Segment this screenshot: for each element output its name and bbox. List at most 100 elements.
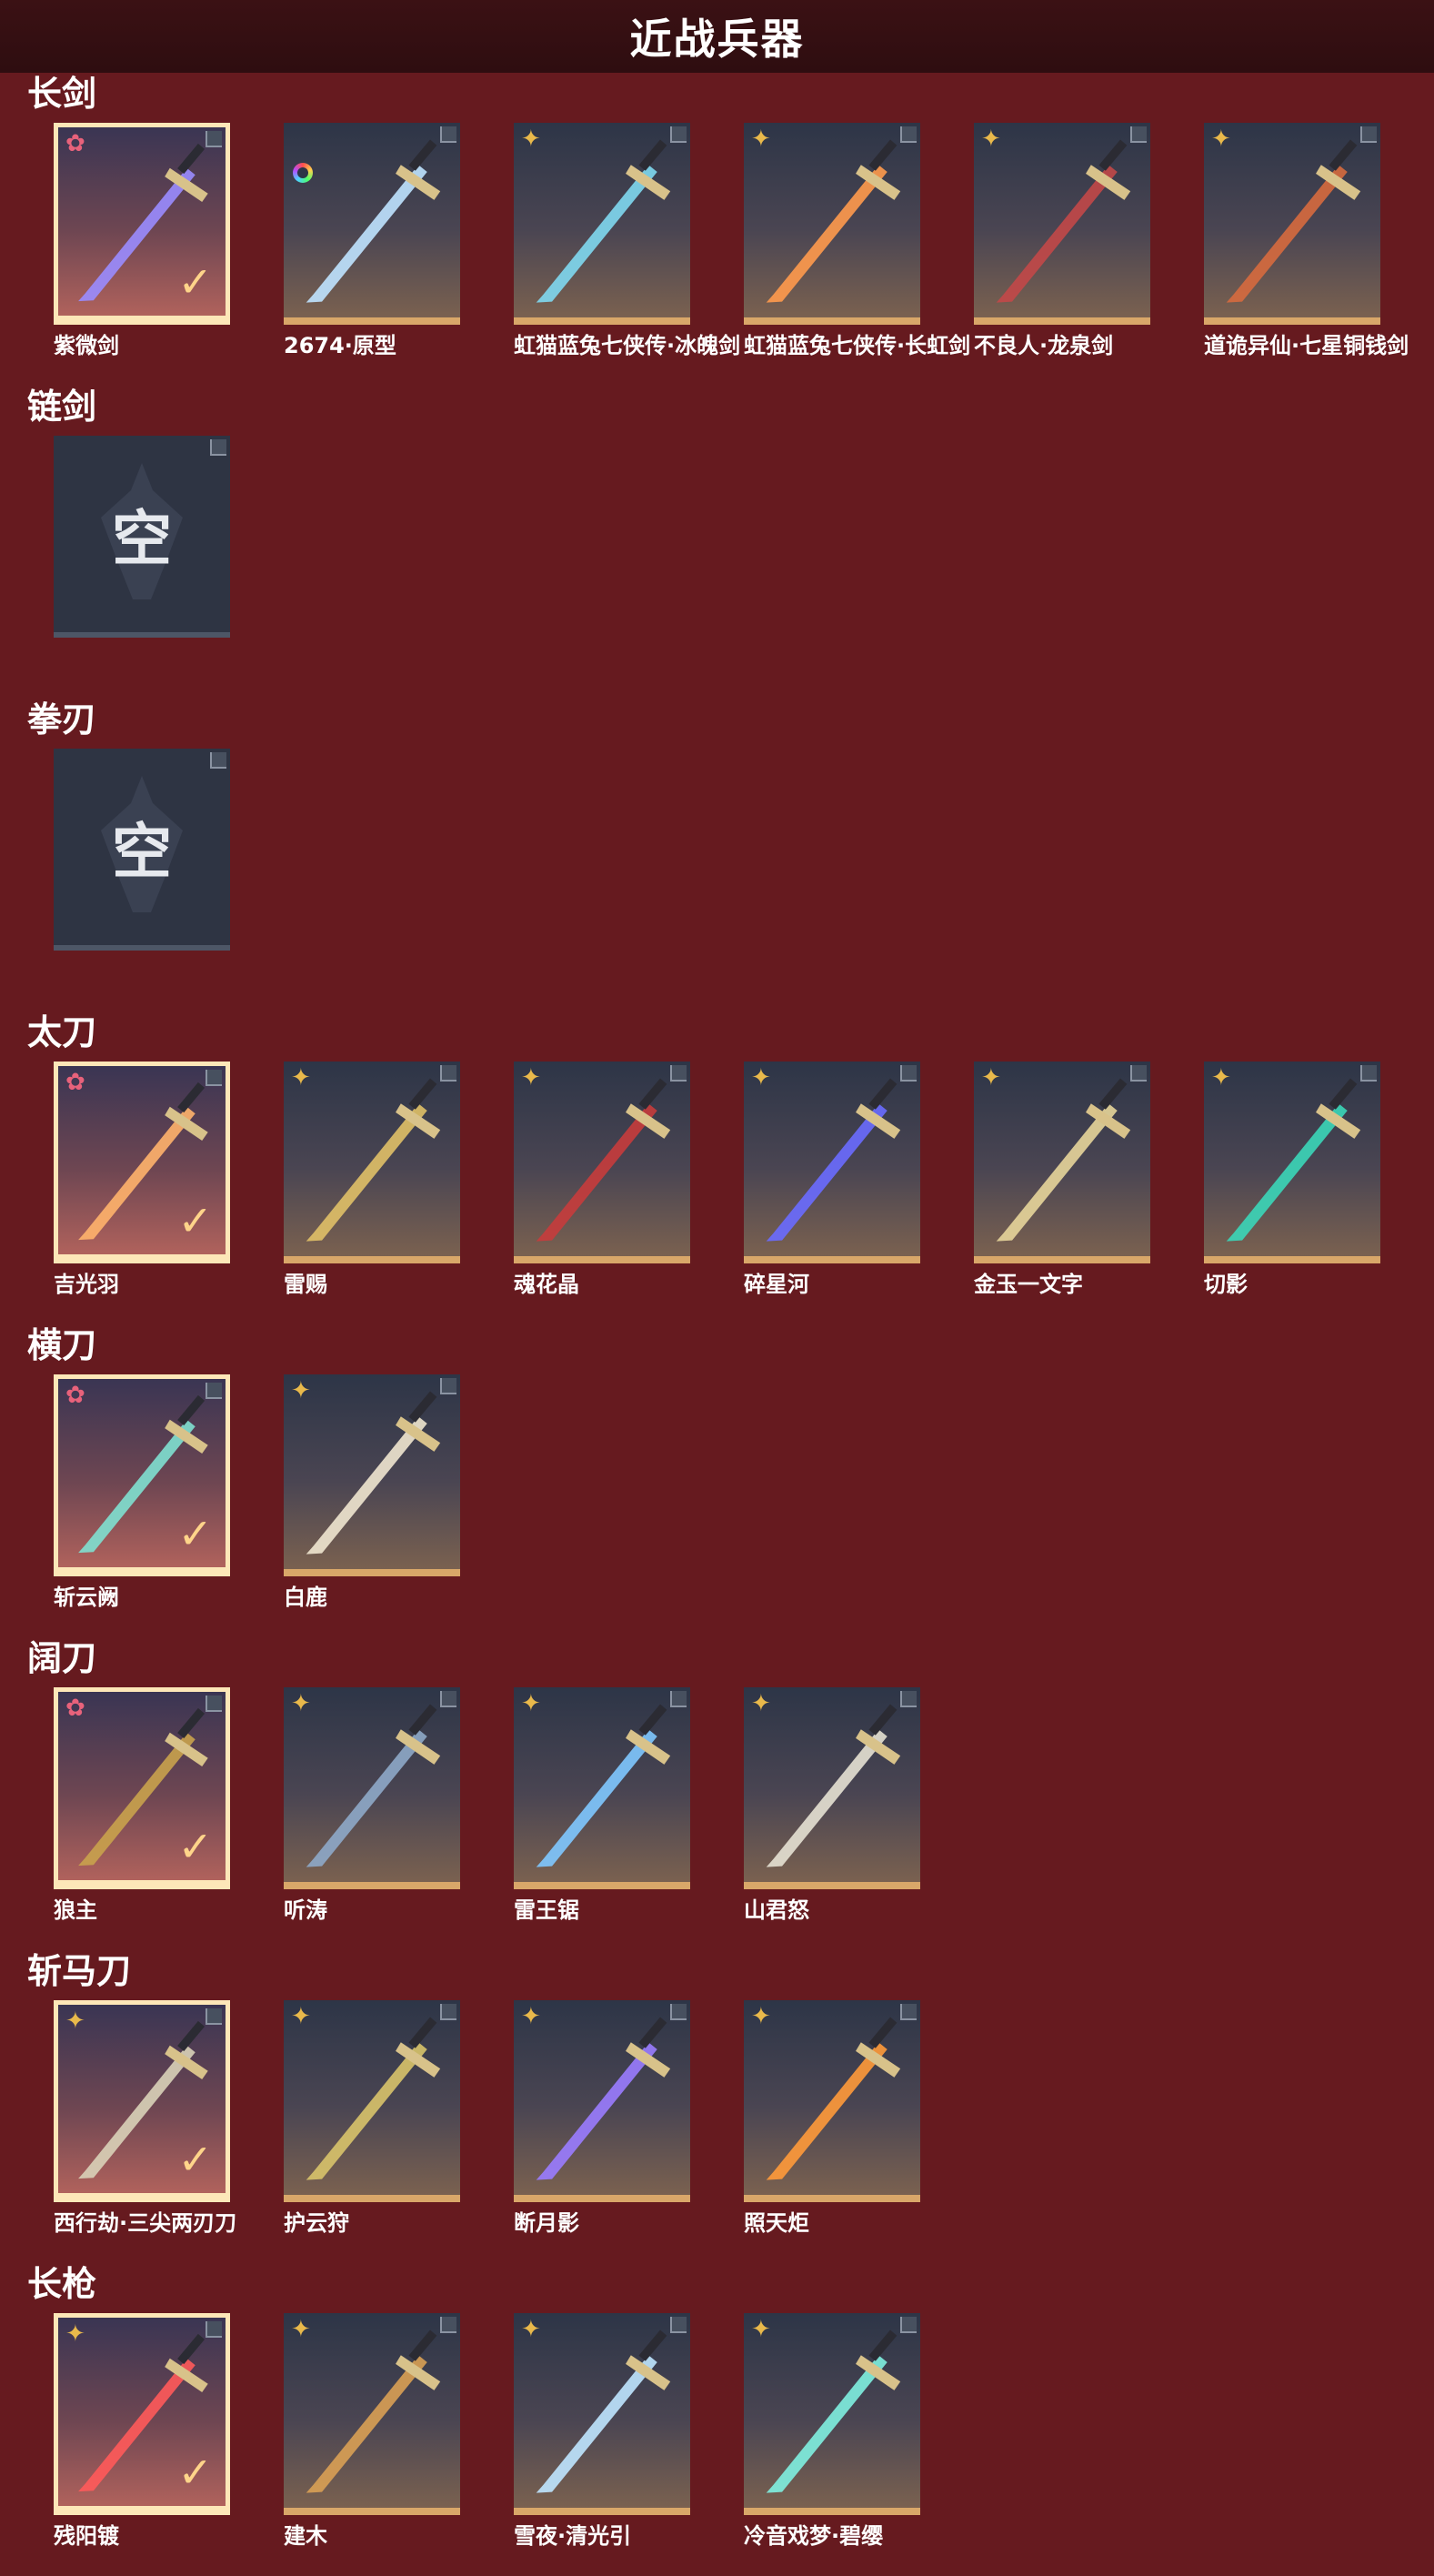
corner-fold-icon: [440, 2004, 456, 2020]
weapon-card[interactable]: ✦ 白鹿: [284, 1374, 460, 1620]
weapon-card[interactable]: ✦ 护云狩: [284, 2000, 460, 2246]
corner-fold-icon: [900, 2317, 917, 2333]
weapon-name: 西行劫·三尖两刃刀: [54, 2210, 237, 2236]
weapon-name: 白鹿: [284, 1585, 327, 1610]
weapon-blade: [536, 165, 657, 303]
weapon-card[interactable]: ✦ 道诡异仙·七星铜钱剑: [1204, 123, 1409, 368]
equipped-check-icon: ✓: [177, 1509, 213, 1558]
corner-fold-icon: [440, 1065, 456, 1082]
rarity-gold-star-icon: ✦: [751, 2316, 771, 2343]
weapon-name: 听涛: [284, 1897, 327, 1923]
weapon-name: 斩云阙: [54, 1585, 119, 1610]
weapon-hilt: [868, 2329, 898, 2361]
corner-fold-icon: [670, 1691, 687, 1707]
weapon-card[interactable]: ✦ 照天炬: [744, 2000, 920, 2246]
weapon-card[interactable]: ✦ ✓ 残阳镀: [54, 2313, 230, 2559]
weapon-name: 金玉一文字: [974, 1272, 1083, 1297]
weapon-hilt: [638, 1704, 667, 1736]
corner-fold-icon: [206, 1070, 222, 1086]
equipped-check-icon: ✓: [177, 2135, 213, 2184]
rarity-gold-star-icon: ✦: [751, 1064, 771, 1092]
category-section: 太刀 ✿ ✓ 吉光羽 ✦ 雷赐 ✦ 魂花晶 ✦ 碎星河 ✦ 金玉一文字 ✦ 切影: [0, 1011, 1434, 1324]
equipped-check-icon: ✓: [177, 1196, 213, 1245]
rarity-gold-star-icon: ✦: [521, 2316, 541, 2343]
weapon-hilt: [868, 1704, 898, 1736]
weapon-card[interactable]: ✿ ✓ 斩云阙: [54, 1374, 230, 1620]
empty-weapon-slot[interactable]: 空: [54, 749, 230, 994]
weapon-blade: [766, 1729, 887, 1867]
weapon-blade: [306, 2355, 427, 2493]
weapon-hilt: [868, 1078, 898, 1110]
empty-weapon-slot[interactable]: 空: [54, 436, 230, 681]
weapon-card[interactable]: ✿ ✓ 狼主: [54, 1687, 230, 1933]
weapon-card[interactable]: ✦ 切影: [1204, 1062, 1380, 1307]
weapon-card[interactable]: ✦ 魂花晶: [514, 1062, 690, 1307]
weapon-name: 道诡异仙·七星铜钱剑: [1204, 333, 1409, 358]
weapon-thumbnail: ✿ ✓: [54, 123, 230, 325]
weapon-card[interactable]: ✦ 建木: [284, 2313, 460, 2559]
weapon-card[interactable]: ✿ ✓ 吉光羽: [54, 1062, 230, 1307]
corner-fold-icon: [206, 131, 222, 147]
category-section: 长枪 ✦ ✓ 残阳镀 ✦ 建木 ✦ 雪夜·清光引 ✦ 冷音戏梦·碧缨: [0, 2263, 1434, 2576]
equipped-check-icon: ✓: [177, 1822, 213, 1871]
weapon-thumbnail: ✦: [514, 2000, 690, 2202]
rarity-gold-star-icon: ✦: [65, 2007, 85, 2035]
weapon-thumbnail: 空: [54, 436, 230, 638]
weapon-blade: [536, 2042, 657, 2180]
weapon-thumbnail: ✿ ✓: [54, 1374, 230, 1576]
weapon-thumbnail: 空: [54, 749, 230, 951]
corner-fold-icon: [1130, 1065, 1147, 1082]
rarity-gold-star-icon: ✦: [291, 1690, 311, 1717]
weapon-thumbnail: ✦: [744, 123, 920, 325]
weapon-card[interactable]: ✦ 虹猫蓝兔七侠传·长虹剑: [744, 123, 970, 368]
weapon-card[interactable]: ✿ ✓ 紫微剑: [54, 123, 230, 368]
weapon-card[interactable]: ✦ 不良人·龙泉剑: [974, 123, 1150, 368]
weapon-name: 不良人·龙泉剑: [974, 333, 1114, 358]
rarity-gold-star-icon: ✦: [751, 126, 771, 153]
category-section: 阔刀 ✿ ✓ 狼主 ✦ 听涛 ✦ 雷王锯 ✦ 山君怒: [0, 1637, 1434, 1950]
rarity-gold-star-icon: ✦: [521, 1064, 541, 1092]
weapon-card[interactable]: ✦ 虹猫蓝兔七侠传·冰魄剑: [514, 123, 740, 368]
weapon-blade: [1226, 1103, 1348, 1242]
rarity-gold-star-icon: ✦: [1211, 126, 1231, 153]
corner-fold-icon: [210, 752, 226, 769]
weapon-name: 照天炬: [744, 2210, 809, 2236]
weapon-thumbnail: ✦: [284, 1687, 460, 1889]
category-title: 阔刀: [27, 1638, 97, 1678]
rarity-gold-star-icon: ✦: [521, 2003, 541, 2030]
rarity-gold-star-icon: ✦: [1211, 1064, 1231, 1092]
weapon-name: 吉光羽: [54, 1272, 119, 1297]
weapon-hilt: [408, 1391, 437, 1423]
weapon-name: 魂花晶: [514, 1272, 579, 1297]
weapon-name: 雷王锯: [514, 1897, 579, 1923]
weapon-thumbnail: ✦: [284, 1374, 460, 1576]
rarity-gold-star-icon: ✦: [65, 2320, 85, 2348]
rarity-gold-star-icon: ✦: [751, 2003, 771, 2030]
corner-fold-icon: [210, 439, 226, 456]
weapon-card[interactable]: ✦ 碎星河: [744, 1062, 920, 1307]
weapon-card[interactable]: ✦ 雪夜·清光引: [514, 2313, 690, 2559]
weapon-card[interactable]: ✦ 断月影: [514, 2000, 690, 2246]
weapon-card[interactable]: ✦ 金玉一文字: [974, 1062, 1150, 1307]
weapon-blade: [306, 2042, 427, 2180]
category-section: 长剑 ✿ ✓ 紫微剑 2674·原型 ✦ 虹猫蓝兔七侠传·冰魄剑 ✦ 虹猫蓝兔七侠传·长虹剑 ✦ 不…: [0, 73, 1434, 386]
weapon-hilt: [177, 143, 206, 175]
equipped-check-icon: ✓: [177, 257, 213, 307]
weapon-card[interactable]: 2674·原型: [284, 123, 460, 368]
weapon-hilt: [408, 2329, 437, 2361]
weapon-hilt: [868, 2017, 898, 2048]
weapon-card[interactable]: ✦ 冷音戏梦·碧缨: [744, 2313, 920, 2559]
weapon-hilt: [408, 2017, 437, 2048]
weapon-card[interactable]: ✦ 雷王锯: [514, 1687, 690, 1933]
weapon-card[interactable]: ✦ 山君怒: [744, 1687, 920, 1933]
rainbow-ring-icon: [293, 163, 313, 183]
category-title: 横刀: [27, 1325, 97, 1365]
weapon-thumbnail: ✦: [514, 123, 690, 325]
weapon-card[interactable]: ✦ 雷赐: [284, 1062, 460, 1307]
weapon-blade: [996, 1103, 1118, 1242]
category-title: 斩马刀: [27, 1951, 132, 1991]
weapon-hilt: [177, 1707, 206, 1739]
weapon-card[interactable]: ✦ 听涛: [284, 1687, 460, 1933]
rarity-gold-star-icon: ✦: [521, 1690, 541, 1717]
weapon-card[interactable]: ✦ ✓ 西行劫·三尖两刃刀: [54, 2000, 236, 2246]
